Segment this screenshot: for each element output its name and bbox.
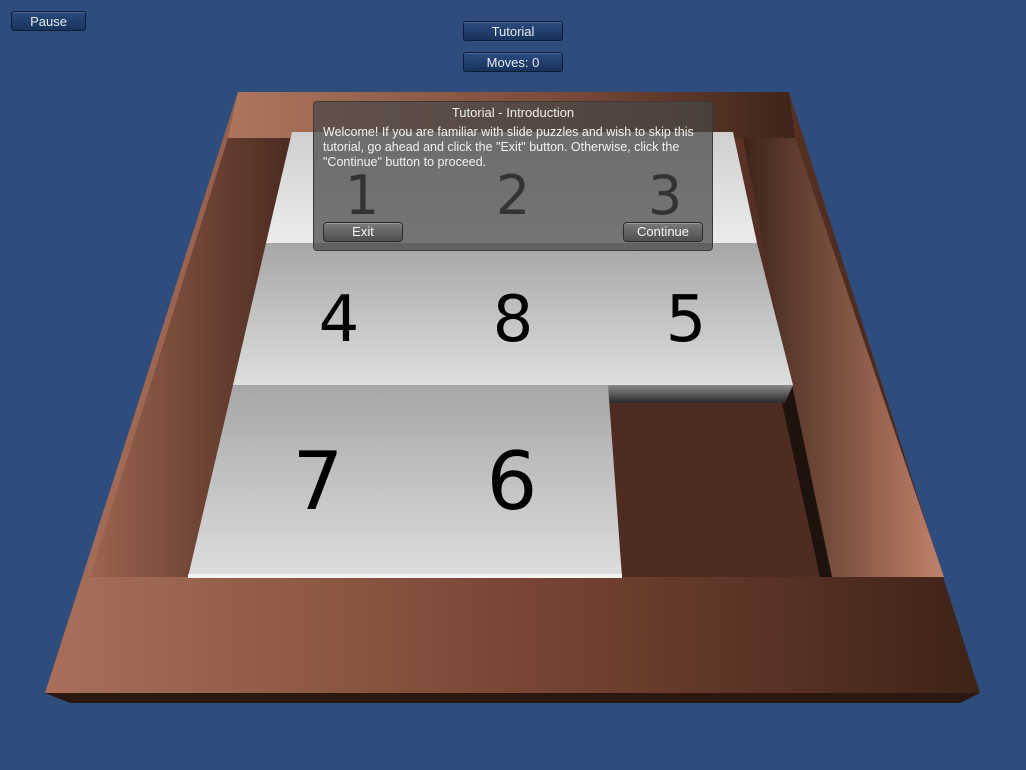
board-frame-front-edge: [45, 693, 980, 703]
tile-number[interactable]: 4: [319, 283, 360, 357]
tutorial-title: Tutorial - Introduction: [451, 105, 575, 120]
tile-row-3: [188, 385, 622, 577]
tile-edge: [608, 385, 793, 403]
tile-edge: [188, 574, 622, 578]
tile-number[interactable]: 7: [293, 435, 344, 528]
exit-button[interactable]: Exit: [323, 222, 403, 242]
tile-number[interactable]: 8: [493, 283, 534, 357]
moves-counter: Moves: 0: [463, 52, 563, 72]
tile-number[interactable]: 6: [487, 435, 538, 528]
continue-button[interactable]: Continue: [623, 222, 703, 242]
tile-number[interactable]: 5: [666, 283, 707, 357]
tutorial-message: Welcome! If you are familiar with slide …: [323, 125, 694, 169]
tutorial-button[interactable]: Tutorial: [463, 21, 563, 41]
pause-button[interactable]: Pause: [11, 11, 86, 31]
tutorial-dialog: Tutorial - Introduction Welcome! If you …: [313, 101, 713, 251]
